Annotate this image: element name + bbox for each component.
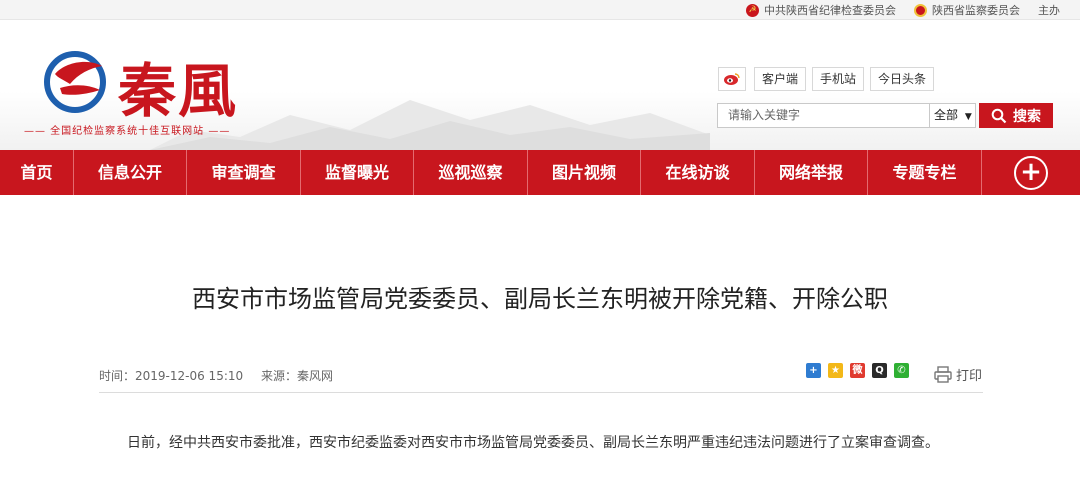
nav-more-button[interactable]: + — [982, 150, 1080, 195]
article-time: 时间：2019-12-06 15:10 — [99, 369, 244, 383]
search-icon — [991, 108, 1007, 123]
search-scope-select[interactable]: 全部 ▼ — [930, 103, 976, 128]
search-scope-value: 全部 — [934, 108, 959, 122]
search-button-label: 搜索 — [1013, 108, 1041, 125]
nav-item-special-column[interactable]: 专题专栏 — [868, 150, 982, 195]
share-toolbar: + ★ 微 Q ✆ — [806, 363, 916, 378]
add-share-icon[interactable]: + — [806, 363, 821, 378]
national-emblem-icon — [914, 3, 927, 17]
top-link-party-committee[interactable]: ☭ 中共陕西省纪律检查委员会 — [746, 2, 896, 18]
qq-icon[interactable]: Q — [872, 363, 887, 378]
qzone-icon[interactable]: ★ — [828, 363, 843, 378]
article-meta: 时间：2019-12-06 15:10 来源：秦风网 — [99, 367, 347, 384]
site-logo-icon[interactable] — [40, 44, 110, 114]
toutiao-link[interactable]: 今日头条 — [870, 67, 935, 91]
main-nav: 首页 信息公开 审查调查 监督曝光 巡视巡察 图片视频 在线访谈 网络举报 专题… — [0, 150, 1080, 195]
meta-divider — [99, 392, 983, 393]
top-link-label: 中共陕西省纪律检查委员会 — [764, 4, 896, 17]
top-link-supervision-commission[interactable]: 陕西省监察委员会 — [914, 2, 1020, 18]
wechat-icon[interactable]: ✆ — [894, 363, 909, 378]
print-label: 打印 — [956, 369, 983, 384]
nav-item-photo-video[interactable]: 图片视频 — [528, 150, 641, 195]
search-input[interactable]: 请输入关键字 — [717, 103, 930, 128]
site-logo-text[interactable]: 秦風 — [118, 44, 238, 128]
chevron-down-icon: ▼ — [964, 112, 972, 122]
nav-item-investigation[interactable]: 审查调查 — [187, 150, 301, 195]
article-paragraph: 日前，经中共西安市委批准，西安市纪委监委对西安市市场监管局党委委员、副局长兰东明… — [127, 435, 939, 451]
article-source: 来源：秦风网 — [260, 369, 333, 383]
mobile-site-link[interactable]: 手机站 — [812, 67, 865, 91]
top-link-label: 主办 — [1038, 4, 1060, 17]
top-link-sponsor[interactable]: 主办 — [1038, 2, 1060, 18]
party-emblem-icon: ☭ — [746, 3, 759, 17]
weibo-share-icon[interactable]: 微 — [850, 363, 865, 378]
nav-item-inspection[interactable]: 巡视巡察 — [414, 150, 528, 195]
top-link-label: 陕西省监察委员会 — [932, 4, 1020, 17]
plus-icon: + — [1014, 155, 1048, 190]
nav-item-online-report[interactable]: 网络举报 — [755, 150, 868, 195]
article-title: 西安市市场监管局党委委员、副局长兰东明被开除党籍、开除公职 — [192, 285, 888, 313]
search-bar: 请输入关键字 全部 ▼ 搜索 — [717, 103, 1053, 128]
article-container: 西安市市场监管局党委委员、副局长兰东明被开除党籍、开除公职 时间：2019-12… — [0, 195, 1080, 489]
site-slogan: —— 全国纪检监察系统十佳互联网站 —— — [24, 126, 231, 137]
nav-item-info-disclosure[interactable]: 信息公开 — [74, 150, 187, 195]
header-app-links: 客户端 手机站 今日头条 — [718, 67, 940, 91]
printer-icon — [934, 366, 952, 383]
weibo-button[interactable] — [718, 67, 746, 91]
weibo-icon — [724, 73, 740, 85]
top-utility-bar: ☭ 中共陕西省纪律检查委员会 陕西省监察委员会 主办 — [0, 0, 1080, 20]
print-button[interactable]: 打印 — [934, 365, 982, 384]
search-button[interactable]: 搜索 — [979, 103, 1053, 128]
top-links: ☭ 中共陕西省纪律检查委员会 陕西省监察委员会 主办 — [728, 2, 1060, 18]
site-header: 秦風 —— 全国纪检监察系统十佳互联网站 —— 客户端 手机站 今日头条 请输入… — [0, 20, 1080, 150]
client-app-link[interactable]: 客户端 — [754, 67, 807, 91]
nav-item-online-interview[interactable]: 在线访谈 — [641, 150, 755, 195]
nav-item-supervision-exposure[interactable]: 监督曝光 — [301, 150, 414, 195]
nav-item-home[interactable]: 首页 — [0, 150, 74, 195]
